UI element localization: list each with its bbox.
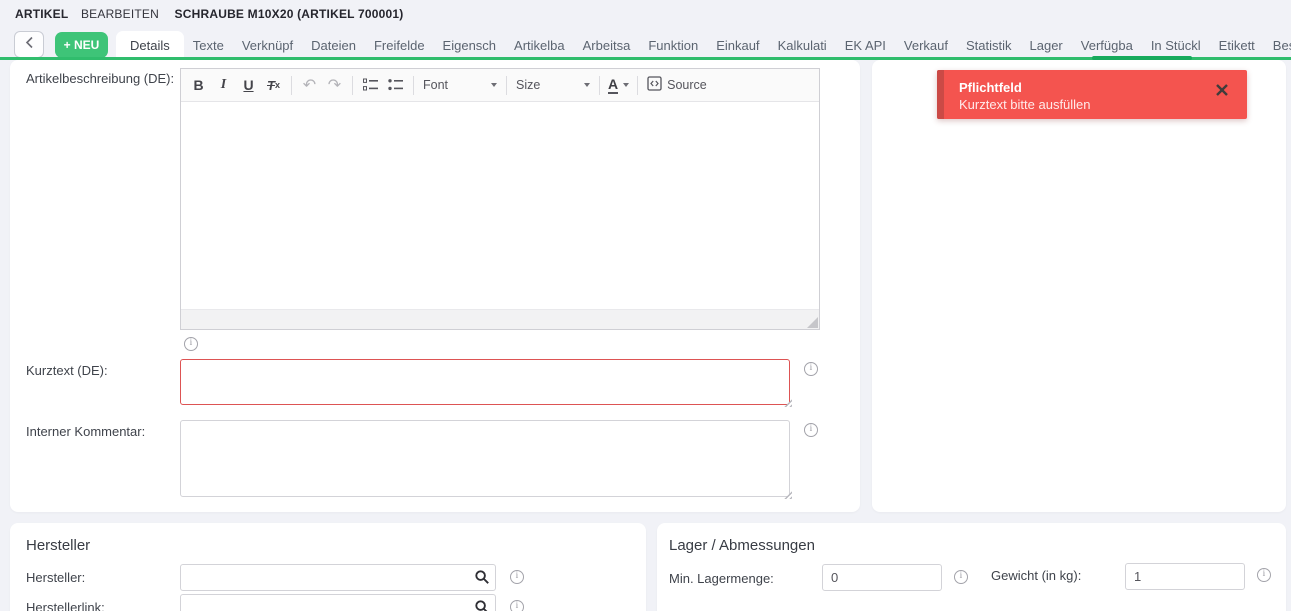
editor-toolbar: B I U Tx ↶ ↷ Font Size A Source	[181, 69, 819, 102]
tab-etikett[interactable]: Etikett	[1210, 31, 1264, 60]
hersteller-panel-title: Hersteller	[26, 537, 91, 554]
hersteller-label: Hersteller:	[26, 570, 86, 585]
redo-icon[interactable]: ↷	[322, 73, 347, 98]
toolbar-separator	[413, 75, 414, 95]
source-button[interactable]: Source	[643, 76, 711, 94]
herstellerlink-input[interactable]	[180, 594, 496, 611]
size-dropdown-label: Size	[516, 78, 541, 92]
close-icon[interactable]	[1213, 81, 1231, 99]
bullet-list-icon[interactable]	[383, 73, 408, 98]
editor-statusbar	[181, 309, 819, 329]
toolbar-separator	[506, 75, 507, 95]
chevron-down-icon	[623, 83, 630, 87]
hersteller-panel: Hersteller Hersteller: i Herstellerlink:…	[10, 523, 646, 611]
toolbar-separator	[291, 75, 292, 95]
tab-details[interactable]: Details	[116, 31, 184, 60]
toolbar-separator	[637, 75, 639, 95]
tab-arbeitsauftrag[interactable]: Arbeitsa	[574, 31, 640, 60]
toolbar-separator	[352, 75, 353, 95]
tab-kalkulation[interactable]: Kalkulati	[769, 31, 836, 60]
search-icon[interactable]	[474, 569, 490, 590]
tab-artikelbau[interactable]: Artikelba	[505, 31, 574, 60]
underline-button[interactable]: U	[236, 73, 261, 98]
info-icon[interactable]: i	[1257, 568, 1271, 582]
edit-mode-label: BEARBEITEN	[80, 7, 159, 21]
kurztext-input[interactable]	[180, 359, 790, 405]
chevron-left-icon	[25, 36, 34, 54]
info-icon[interactable]: i	[954, 570, 968, 584]
text-color-label: A	[608, 75, 619, 94]
tab-verkauf[interactable]: Verkauf	[895, 31, 957, 60]
lager-abmessungen-panel: Lager / Abmessungen Min. Lagermenge: i G…	[657, 523, 1286, 611]
record-title: SCHRAUBE M10X20 (ARTIKEL 700001)	[174, 7, 404, 21]
tab-ek-api[interactable]: EK API	[836, 31, 895, 60]
module-name: ARTIKEL	[15, 7, 69, 21]
tab-texte[interactable]: Texte	[184, 31, 233, 60]
gewicht-input[interactable]	[1125, 563, 1245, 590]
toast-message: Kurztext bitte ausfüllen	[959, 97, 1091, 112]
chevron-down-icon	[491, 83, 497, 87]
source-button-label: Source	[667, 78, 707, 92]
validation-toast: Pflichtfeld Kurztext bitte ausfüllen	[937, 70, 1247, 119]
editor-content-area[interactable]	[181, 102, 819, 309]
editor-resize-handle[interactable]	[807, 317, 818, 328]
toolbar-separator	[599, 75, 600, 95]
artikelbeschreibung-editor: B I U Tx ↶ ↷ Font Size A Source	[180, 68, 820, 330]
toast-title: Pflichtfeld	[959, 80, 1022, 95]
italic-button[interactable]: I	[211, 73, 236, 98]
undo-icon[interactable]: ↶	[297, 73, 322, 98]
font-dropdown[interactable]: Font	[419, 78, 501, 92]
remove-format-button[interactable]: Tx	[261, 73, 286, 98]
side-panel	[872, 60, 1286, 512]
font-dropdown-label: Font	[423, 78, 449, 92]
herstellerlink-label: Herstellerlink:	[26, 600, 105, 611]
interner-kommentar-input[interactable]	[180, 420, 790, 497]
tab-lager[interactable]: Lager	[1021, 31, 1072, 60]
info-icon[interactable]: i	[184, 337, 198, 351]
chevron-down-icon	[584, 83, 590, 87]
info-icon[interactable]: i	[804, 362, 818, 376]
search-icon[interactable]	[474, 599, 490, 611]
tab-funktion[interactable]: Funktion	[639, 31, 707, 60]
gewicht-label: Gewicht (in kg):	[991, 568, 1082, 583]
tab-bestellung[interactable]: Bestellur	[1264, 31, 1291, 60]
tab-statistik[interactable]: Statistik	[957, 31, 1021, 60]
info-icon[interactable]: i	[510, 570, 524, 584]
size-dropdown[interactable]: Size	[512, 78, 594, 92]
interner-kommentar-label: Interner Kommentar:	[26, 424, 146, 439]
tab-dateien[interactable]: Dateien	[302, 31, 365, 60]
lager-panel-title: Lager / Abmessungen	[669, 537, 815, 554]
bold-button[interactable]: B	[186, 73, 211, 98]
tab-freifelder[interactable]: Freifelde	[365, 31, 434, 60]
min-lagermenge-label: Min. Lagermenge:	[669, 571, 774, 586]
details-form-panel: Artikelbeschreibung (DE): B I U Tx ↶ ↷ F…	[10, 60, 860, 512]
info-icon[interactable]: i	[804, 423, 818, 437]
tab-eigenschaften[interactable]: Eigensch	[434, 31, 505, 60]
page-header: ARTIKEL BEARBEITEN SCHRAUBE M10X20 (ARTI…	[0, 0, 1291, 30]
tab-einkauf[interactable]: Einkauf	[707, 31, 768, 60]
info-icon[interactable]: i	[510, 600, 524, 611]
artikelbeschreibung-label: Artikelbeschreibung (DE):	[26, 71, 175, 86]
new-button[interactable]: + NEU	[55, 32, 108, 58]
tab-verknuepfungen[interactable]: Verknüpf	[233, 31, 302, 60]
numbered-list-icon[interactable]	[358, 73, 383, 98]
kurztext-label: Kurztext (DE):	[26, 363, 108, 378]
toast-accent-strip	[937, 70, 944, 119]
hersteller-input[interactable]	[180, 564, 496, 591]
breadcrumb: ARTIKEL BEARBEITEN SCHRAUBE M10X20 (ARTI…	[15, 7, 403, 21]
min-lagermenge-input[interactable]	[822, 564, 942, 591]
text-color-button[interactable]: A	[605, 75, 632, 94]
back-button[interactable]	[14, 31, 44, 58]
source-icon	[647, 76, 662, 94]
